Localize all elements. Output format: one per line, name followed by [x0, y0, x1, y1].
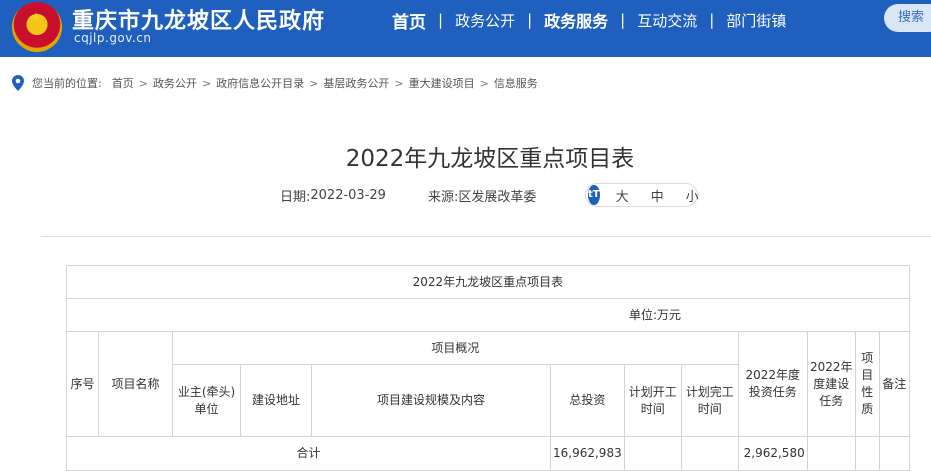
font-size-control: tT 大 中 小: [585, 183, 699, 207]
header-location: 建设地址: [240, 364, 312, 437]
font-size-small[interactable]: 小: [686, 186, 699, 205]
breadcrumb-separator: >: [309, 76, 319, 90]
total-nature: [854, 436, 880, 471]
font-size-medium[interactable]: 中: [651, 186, 664, 205]
nav-separator: |: [709, 11, 715, 29]
header-plan-end: 计划完工时间: [680, 364, 739, 437]
total-label: 合计: [66, 436, 551, 471]
header-seq: 序号: [66, 331, 99, 437]
header-scale: 项目建设规模及内容: [311, 364, 551, 437]
nav-home[interactable]: 首页: [392, 8, 426, 33]
header-remark: 备注: [878, 331, 910, 437]
breadcrumb-prefix: 您当前的位置:: [32, 77, 102, 90]
breadcrumb-separator: >: [479, 76, 489, 90]
total-remark: [878, 436, 910, 471]
header-nature: 项目性质: [854, 331, 880, 437]
breadcrumb-government-affairs[interactable]: 政务公开: [153, 75, 197, 91]
header-total-investment: 总投资: [550, 364, 625, 437]
nav-separator: |: [438, 11, 444, 29]
main-nav: 首页 | 政务公开 | 政务服务 | 互动交流 | 部门街镇: [392, 8, 786, 33]
table-unit: 单位:万元: [66, 298, 910, 332]
nav-government-services[interactable]: 政务服务: [544, 8, 608, 32]
header-build-2022: 2022年度建设任务: [806, 331, 856, 437]
divider: [41, 236, 931, 237]
header-invest-2022: 2022年度投资任务: [737, 331, 808, 437]
table-row-total: 合计 16,962,983 2,962,580: [66, 436, 910, 471]
total-plan-start: [623, 436, 682, 471]
search-button[interactable]: 搜索: [884, 4, 931, 32]
table-caption: 2022年九龙坡区重点项目表: [66, 265, 910, 299]
location-pin-icon: [12, 75, 24, 91]
page-title: 2022年九龙坡区重点项目表: [345, 146, 635, 172]
header-plan-start: 计划开工时间: [623, 364, 682, 437]
breadcrumb-separator: >: [138, 76, 148, 90]
breadcrumb-info-catalog[interactable]: 政府信息公开目录: [216, 75, 304, 91]
nav-separator: |: [527, 11, 533, 29]
breadcrumb: 您当前的位置: 首页 > 政务公开 > 政府信息公开目录 > 基层政务公开 > …: [12, 73, 538, 93]
header-owner: 业主(牵头)单位: [172, 364, 241, 437]
site-header: ★ 重庆市九龙坡区人民政府 cqjlp.gov.cn 首页 | 政务公开 | 政…: [0, 0, 931, 57]
total-plan-end: [680, 436, 739, 471]
site-domain: cqjlp.gov.cn: [74, 31, 152, 45]
font-size-large[interactable]: 大: [616, 186, 629, 205]
breadcrumb-info-service[interactable]: 信息服务: [494, 75, 538, 91]
breadcrumb-separator: >: [201, 76, 212, 90]
breadcrumb-separator: >: [394, 76, 404, 90]
breadcrumb-home[interactable]: 首页: [112, 75, 134, 91]
star-icon: ★: [31, 10, 42, 24]
header-overview: 项目概况: [172, 331, 739, 365]
source-value: 区发展改革委: [458, 190, 537, 205]
article-meta: 日期: 2022-03-29 来源: 区发展改革委: [280, 186, 536, 205]
source-label: 来源:: [427, 190, 459, 205]
breadcrumb-major-projects[interactable]: 重大建设项目: [409, 75, 475, 91]
total-investment: 16,962,983: [550, 436, 625, 471]
total-build-2022: [806, 436, 856, 471]
header-name: 项目名称: [98, 331, 173, 437]
total-investment-2022: 2,962,580: [737, 436, 808, 471]
font-size-icon: tT: [588, 185, 600, 205]
nav-separator: |: [620, 11, 626, 29]
national-emblem-logo: ★: [12, 2, 62, 52]
breadcrumb-grassroots[interactable]: 基层政务公开: [323, 75, 389, 91]
date-value: 2022-03-29: [310, 188, 386, 203]
nav-interaction[interactable]: 互动交流: [637, 10, 697, 31]
project-table: 2022年九龙坡区重点项目表 单位:万元 序号 项目名称 项目概况 2022年度…: [66, 265, 910, 471]
date-label: 日期:: [280, 190, 311, 205]
nav-departments[interactable]: 部门街镇: [726, 10, 786, 31]
nav-government-affairs[interactable]: 政务公开: [455, 10, 515, 31]
